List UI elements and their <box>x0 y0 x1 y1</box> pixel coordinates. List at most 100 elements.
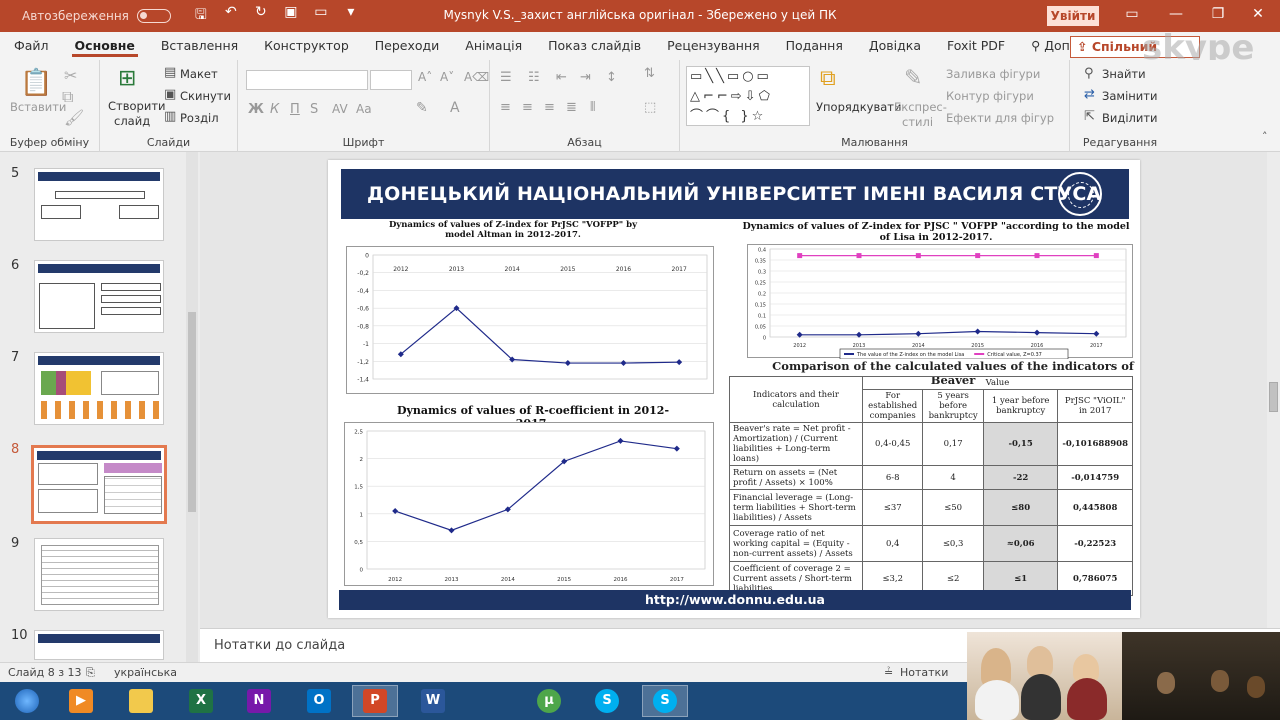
toggle-icon[interactable] <box>136 9 171 23</box>
collapse-ribbon-icon[interactable]: ˄ <box>1262 130 1268 143</box>
reset-button[interactable]: Скинути <box>180 89 231 103</box>
slide-thumbnail-5[interactable] <box>34 168 164 241</box>
decrease-font-icon[interactable]: A˅ <box>440 70 454 84</box>
taskbar-excel[interactable]: X <box>178 685 224 717</box>
start-button[interactable] <box>4 685 50 717</box>
taskbar-outlook[interactable]: O <box>296 685 342 717</box>
font-name-dropdown[interactable] <box>246 70 368 90</box>
open-folder-icon[interactable]: ▭ <box>313 4 329 28</box>
notes-toggle-icon[interactable]: ≟ <box>884 666 893 679</box>
copy-icon[interactable]: ⧉ <box>62 87 73 107</box>
bold-button[interactable]: Ж <box>248 102 264 117</box>
tab-help[interactable]: Довідка <box>856 32 934 60</box>
taskbar-skype-2[interactable]: S <box>642 685 688 717</box>
increase-font-icon[interactable]: A˄ <box>418 70 432 84</box>
cut-icon[interactable]: ✂ <box>64 66 77 85</box>
quick-styles-icon[interactable]: ✎ <box>904 66 922 91</box>
customize-qat-icon[interactable]: ▾ <box>343 4 359 28</box>
spellcheck-icon[interactable]: ⎘ <box>86 666 95 680</box>
italic-button[interactable]: К <box>270 102 279 117</box>
shapes-gallery[interactable]: ▭╲╲▭○▭ △⌐⌐⇨⇩⬠ ⌒⌒{ }☆ <box>686 66 810 126</box>
highlight-icon[interactable]: ✎ <box>416 100 428 116</box>
replace-button[interactable]: Замінити <box>1102 89 1157 103</box>
tab-home[interactable]: Основне <box>62 32 148 60</box>
taskbar-skype[interactable]: S <box>584 685 630 717</box>
bullets-icon[interactable]: ☰ <box>500 70 512 85</box>
new-slide-label-1[interactable]: Створити <box>108 99 166 113</box>
taskbar-onenote[interactable]: N <box>236 685 282 717</box>
slide-thumbnail-9[interactable] <box>34 538 164 611</box>
slide-thumbnail-7[interactable] <box>34 352 164 425</box>
smartart-icon[interactable]: ⬚ <box>644 100 656 115</box>
sign-in-button[interactable]: Увійти <box>1047 6 1099 26</box>
clear-formatting-icon[interactable]: A⌫ <box>464 70 489 84</box>
tab-insert[interactable]: Вставлення <box>148 32 251 60</box>
chart-r[interactable]: 2,5 2 1,5 1 0,5 0 2012 2013 2014 2015 2016 2017 <box>344 422 714 586</box>
taskbar-word[interactable]: W <box>410 685 456 717</box>
line-spacing-icon[interactable]: ↕ <box>606 70 617 85</box>
align-center-icon[interactable]: ≡ <box>522 100 533 115</box>
new-slide-label-2[interactable]: слайд <box>114 114 150 128</box>
close-icon[interactable]: ✕ <box>1250 6 1266 22</box>
redo-icon[interactable]: ↻ <box>253 4 269 28</box>
format-painter-icon[interactable]: 🖌 <box>64 108 84 127</box>
text-direction-icon[interactable]: ⇅ <box>644 66 655 81</box>
taskbar-utorrent[interactable]: µ <box>526 685 572 717</box>
columns-icon[interactable]: ⫴ <box>590 100 595 115</box>
slide-thumbnail-8[interactable] <box>31 445 167 524</box>
ribbon-display-options-icon[interactable]: ▭ <box>1124 6 1140 22</box>
slide-thumbnail-6[interactable] <box>34 260 164 333</box>
arrange-icon[interactable]: ⧉ <box>820 66 836 91</box>
tab-view[interactable]: Подання <box>773 32 856 60</box>
minimize-icon[interactable]: — <box>1168 6 1184 22</box>
shape-effects-button[interactable]: Ефекти для фігур <box>946 111 1054 125</box>
slide-scrollbar[interactable] <box>1267 152 1280 628</box>
new-slide-icon[interactable]: ⊞ <box>118 66 136 91</box>
align-left-icon[interactable]: ≡ <box>500 100 511 115</box>
chart-altman[interactable]: 0 -0,2 -0,4 -0,6 -0,8 -1 -1,2 -1,4 2012 2013 2014 2… <box>346 246 714 394</box>
save-icon[interactable]: 🖫 <box>193 4 209 28</box>
tab-animations[interactable]: Анімація <box>452 32 535 60</box>
tab-foxit-pdf[interactable]: Foxit PDF <box>934 32 1018 60</box>
numbering-icon[interactable]: ☷ <box>528 70 540 85</box>
layout-button[interactable]: Макет <box>180 67 218 81</box>
tab-transitions[interactable]: Переходи <box>362 32 453 60</box>
maximize-icon[interactable]: ❐ <box>1210 6 1226 22</box>
taskbar-media-player[interactable]: ▶ <box>58 685 104 717</box>
paste-icon[interactable]: 📋 <box>20 68 52 98</box>
arrange-button[interactable]: Упорядкувати <box>816 100 901 114</box>
tab-file[interactable]: Файл <box>0 32 62 60</box>
shape-fill-button[interactable]: Заливка фігури <box>946 67 1040 81</box>
decrease-indent-icon[interactable]: ⇤ <box>556 70 567 85</box>
notes-toggle-button[interactable]: Нотатки <box>900 666 948 679</box>
current-slide[interactable]: ДОНЕЦЬКИЙ НАЦІОНАЛЬНИЙ УНІВЕРСИТЕТ ІМЕНІ… <box>328 160 1140 618</box>
char-spacing-icon[interactable]: AV <box>332 102 348 116</box>
underline-button[interactable]: П <box>290 102 300 117</box>
start-from-beginning-icon[interactable]: ▣ <box>283 4 299 28</box>
taskbar-explorer[interactable] <box>118 685 164 717</box>
align-right-icon[interactable]: ≡ <box>544 100 555 115</box>
taskbar-powerpoint[interactable]: P <box>352 685 398 717</box>
thumbnail-scrollbar[interactable] <box>186 152 198 662</box>
language-indicator[interactable]: українська <box>114 666 177 679</box>
autosave-toggle[interactable]: Автозбереження <box>22 9 171 23</box>
justify-icon[interactable]: ≣ <box>566 100 577 115</box>
paste-button[interactable]: Вставити <box>10 100 66 114</box>
slide-thumbnail-10[interactable] <box>34 630 164 660</box>
select-button[interactable]: Виділити <box>1102 111 1158 125</box>
change-case-icon[interactable]: Aa <box>356 102 372 116</box>
increase-indent-icon[interactable]: ⇥ <box>580 70 591 85</box>
shape-outline-button[interactable]: Контур фігури <box>946 89 1034 103</box>
tab-review[interactable]: Рецензування <box>654 32 773 60</box>
section-button[interactable]: Розділ <box>180 111 219 125</box>
find-button[interactable]: Знайти <box>1102 67 1146 81</box>
tab-design[interactable]: Конструктор <box>251 32 362 60</box>
quick-styles-label-2[interactable]: стилі <box>902 115 933 129</box>
chart-lisa[interactable]: 0,4 0,35 0,3 0,25 0,2 0,15 0,1 0,05 0 2012 2013 201… <box>747 244 1133 359</box>
font-color-icon[interactable]: A <box>450 100 460 116</box>
quick-styles-label-1[interactable]: Експрес- <box>894 100 947 114</box>
undo-icon[interactable]: ↶ <box>223 4 239 28</box>
font-size-dropdown[interactable] <box>370 70 412 90</box>
strikethrough-button[interactable]: S <box>310 102 318 117</box>
tab-slideshow[interactable]: Показ слайдів <box>535 32 654 60</box>
